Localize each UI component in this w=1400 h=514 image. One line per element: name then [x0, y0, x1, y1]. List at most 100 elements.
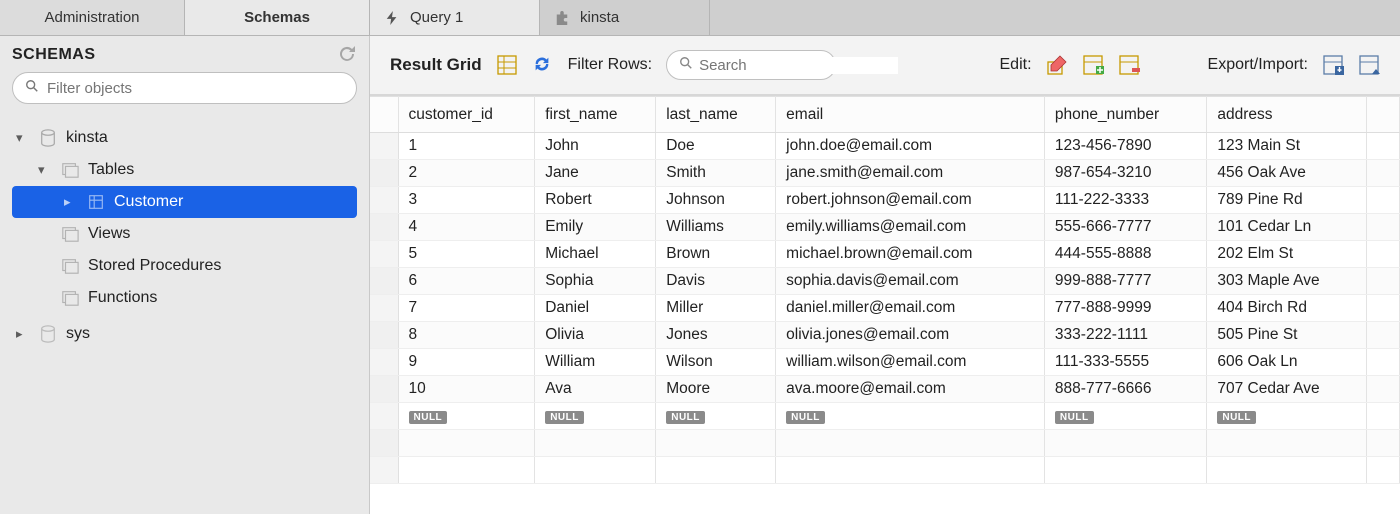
table-row[interactable]: 7DanielMillerdaniel.miller@email.com777-… — [370, 295, 1400, 322]
row-gutter[interactable] — [370, 241, 398, 268]
tree-node-stored-procedures[interactable]: Stored Procedures — [12, 250, 357, 282]
editor-tab-kinsta[interactable]: kinsta — [540, 0, 710, 35]
column-header[interactable]: phone_number — [1044, 97, 1206, 133]
tab-administration[interactable]: Administration — [0, 0, 185, 35]
table-row-null[interactable]: NULLNULLNULLNULLNULLNULL — [370, 403, 1400, 430]
table-cell[interactable]: Doe — [656, 133, 776, 160]
table-cell-null[interactable]: NULL — [776, 403, 1045, 430]
filter-objects-input-wrap[interactable] — [12, 72, 357, 104]
table-cell[interactable]: emily.williams@email.com — [776, 214, 1045, 241]
table-cell[interactable]: 101 Cedar Ln — [1207, 214, 1367, 241]
table-cell[interactable]: 9 — [398, 349, 535, 376]
table-cell[interactable]: michael.brown@email.com — [776, 241, 1045, 268]
table-cell-null[interactable]: NULL — [656, 403, 776, 430]
table-cell[interactable]: 555-666-7777 — [1044, 214, 1206, 241]
table-cell[interactable]: Johnson — [656, 187, 776, 214]
row-gutter[interactable] — [370, 187, 398, 214]
table-cell[interactable]: Robert — [535, 187, 656, 214]
filter-rows-input[interactable] — [699, 57, 898, 74]
table-cell[interactable]: 111-222-3333 — [1044, 187, 1206, 214]
table-cell[interactable]: william.wilson@email.com — [776, 349, 1045, 376]
result-grid[interactable]: customer_idfirst_namelast_nameemailphone… — [370, 96, 1400, 514]
table-cell-null[interactable]: NULL — [1044, 403, 1206, 430]
table-cell[interactable]: 123-456-7890 — [1044, 133, 1206, 160]
table-cell[interactable]: 123 Main St — [1207, 133, 1367, 160]
table-cell[interactable]: 5 — [398, 241, 535, 268]
resync-icon[interactable] — [532, 54, 554, 76]
result-table[interactable]: customer_idfirst_namelast_nameemailphone… — [370, 96, 1400, 484]
table-cell[interactable]: 202 Elm St — [1207, 241, 1367, 268]
row-gutter[interactable] — [370, 376, 398, 403]
table-cell[interactable]: 505 Pine St — [1207, 322, 1367, 349]
table-cell[interactable]: 10 — [398, 376, 535, 403]
table-cell[interactable]: Miller — [656, 295, 776, 322]
table-row[interactable]: 8OliviaJonesolivia.jones@email.com333-22… — [370, 322, 1400, 349]
delete-row-icon[interactable] — [1118, 54, 1140, 76]
tree-node-functions[interactable]: Functions — [12, 282, 357, 314]
table-cell[interactable]: Olivia — [535, 322, 656, 349]
table-cell[interactable]: Williams — [656, 214, 776, 241]
table-cell[interactable]: Jane — [535, 160, 656, 187]
tree-node-views[interactable]: Views — [12, 218, 357, 250]
table-cell[interactable]: 606 Oak Ln — [1207, 349, 1367, 376]
table-cell[interactable]: 987-654-3210 — [1044, 160, 1206, 187]
table-cell[interactable]: 1 — [398, 133, 535, 160]
table-cell[interactable]: 456 Oak Ave — [1207, 160, 1367, 187]
table-cell[interactable]: john.doe@email.com — [776, 133, 1045, 160]
table-cell[interactable]: 333-222-1111 — [1044, 322, 1206, 349]
row-gutter[interactable] — [370, 349, 398, 376]
schema-node-sys[interactable]: ▸ sys — [12, 318, 357, 350]
table-cell[interactable]: ava.moore@email.com — [776, 376, 1045, 403]
table-cell[interactable]: Davis — [656, 268, 776, 295]
table-cell[interactable]: Wilson — [656, 349, 776, 376]
tree-node-tables[interactable]: ▾ Tables — [12, 154, 357, 186]
table-cell[interactable]: Emily — [535, 214, 656, 241]
row-gutter[interactable] — [370, 295, 398, 322]
tab-schemas[interactable]: Schemas — [185, 0, 370, 35]
table-row[interactable]: 3RobertJohnsonrobert.johnson@email.com11… — [370, 187, 1400, 214]
table-cell[interactable]: William — [535, 349, 656, 376]
filter-objects-input[interactable] — [47, 80, 344, 97]
table-cell[interactable]: 7 — [398, 295, 535, 322]
table-cell[interactable]: Daniel — [535, 295, 656, 322]
table-row[interactable]: 10AvaMooreava.moore@email.com888-777-666… — [370, 376, 1400, 403]
table-cell[interactable]: 8 — [398, 322, 535, 349]
table-row[interactable]: 2JaneSmithjane.smith@email.com987-654-32… — [370, 160, 1400, 187]
column-header[interactable]: address — [1207, 97, 1367, 133]
editor-tab-query1[interactable]: Query 1 — [370, 0, 540, 35]
table-cell[interactable]: 777-888-9999 — [1044, 295, 1206, 322]
table-cell[interactable]: 404 Birch Rd — [1207, 295, 1367, 322]
refresh-icon[interactable] — [339, 46, 357, 64]
table-cell[interactable]: John — [535, 133, 656, 160]
filter-rows-search-wrap[interactable] — [666, 50, 836, 80]
table-cell[interactable]: 888-777-6666 — [1044, 376, 1206, 403]
table-row[interactable]: 1JohnDoejohn.doe@email.com123-456-789012… — [370, 133, 1400, 160]
row-gutter[interactable] — [370, 214, 398, 241]
column-header[interactable]: customer_id — [398, 97, 535, 133]
table-row[interactable]: 9WilliamWilsonwilliam.wilson@email.com11… — [370, 349, 1400, 376]
table-cell[interactable]: 999-888-7777 — [1044, 268, 1206, 295]
table-cell[interactable]: Brown — [656, 241, 776, 268]
table-cell[interactable]: Moore — [656, 376, 776, 403]
table-cell[interactable]: 303 Maple Ave — [1207, 268, 1367, 295]
table-row[interactable]: 6SophiaDavissophia.davis@email.com999-88… — [370, 268, 1400, 295]
table-cell[interactable]: 4 — [398, 214, 535, 241]
table-cell[interactable]: daniel.miller@email.com — [776, 295, 1045, 322]
column-header[interactable]: email — [776, 97, 1045, 133]
table-cell[interactable]: 789 Pine Rd — [1207, 187, 1367, 214]
table-cell[interactable]: 111-333-5555 — [1044, 349, 1206, 376]
table-cell[interactable]: 707 Cedar Ave — [1207, 376, 1367, 403]
table-cell[interactable]: 6 — [398, 268, 535, 295]
export-icon[interactable] — [1322, 54, 1344, 76]
table-cell[interactable]: Smith — [656, 160, 776, 187]
table-cell[interactable]: Jones — [656, 322, 776, 349]
table-cell[interactable]: Michael — [535, 241, 656, 268]
table-cell-null[interactable]: NULL — [398, 403, 535, 430]
row-gutter[interactable] — [370, 322, 398, 349]
row-gutter[interactable] — [370, 403, 398, 430]
table-cell[interactable]: 3 — [398, 187, 535, 214]
table-row[interactable]: 4EmilyWilliamsemily.williams@email.com55… — [370, 214, 1400, 241]
table-cell[interactable]: 444-555-8888 — [1044, 241, 1206, 268]
column-header[interactable]: first_name — [535, 97, 656, 133]
row-gutter[interactable] — [370, 160, 398, 187]
